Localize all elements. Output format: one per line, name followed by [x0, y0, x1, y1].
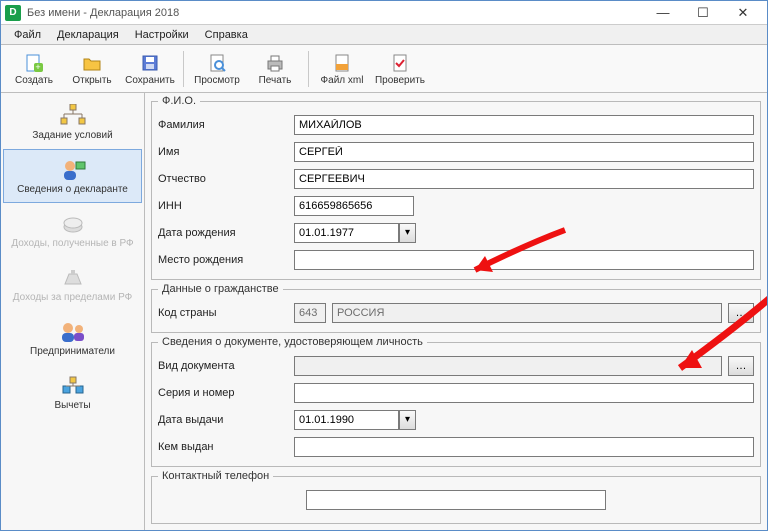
group-phone-legend: Контактный телефон: [158, 470, 273, 482]
input-patronymic[interactable]: [294, 169, 754, 189]
save-icon: [139, 52, 161, 74]
ellipsis-icon: …: [736, 307, 747, 319]
sidebar-item-deductions[interactable]: Вычеты: [3, 365, 142, 419]
input-issued-by[interactable]: [294, 437, 754, 457]
label-inn: ИНН: [158, 200, 288, 212]
menu-settings[interactable]: Настройки: [128, 27, 196, 43]
toolbar-open[interactable]: Открыть: [63, 47, 121, 91]
label-doc-type: Вид документа: [158, 360, 288, 372]
label-issue-date: Дата выдачи: [158, 414, 288, 426]
income-rf-icon: [59, 212, 87, 236]
input-surname[interactable]: [294, 115, 754, 135]
toolbar-save-label: Сохранить: [125, 75, 175, 86]
sidebar-declarant-label: Сведения о декларанте: [17, 184, 128, 195]
new-file-icon: +: [23, 52, 45, 74]
toolbar: + Создать Открыть Сохранить Просмотр Печ…: [1, 45, 767, 93]
sidebar-item-conditions[interactable]: Задание условий: [3, 95, 142, 149]
toolbar-create-label: Создать: [15, 75, 53, 86]
group-fio: Ф.И.О. Фамилия Имя Отчество ИНН Дата рож…: [151, 95, 761, 280]
input-series-number[interactable]: [294, 383, 754, 403]
input-issue-date[interactable]: [294, 410, 399, 430]
label-name: Имя: [158, 146, 288, 158]
toolbar-check[interactable]: Проверить: [371, 47, 429, 91]
check-icon: [389, 52, 411, 74]
minimize-button[interactable]: —: [643, 2, 683, 24]
entrepreneurs-icon: [59, 320, 87, 344]
sidebar-entrepreneurs-label: Предприниматели: [30, 346, 115, 357]
window-title: Без имени - Декларация 2018: [27, 7, 643, 19]
conditions-icon: [59, 104, 87, 128]
label-country-code: Код страны: [158, 307, 288, 319]
close-button[interactable]: ✕: [723, 2, 763, 24]
menu-bar: Файл Декларация Настройки Справка: [1, 25, 767, 45]
toolbar-print[interactable]: Печать: [246, 47, 304, 91]
group-phone: Контактный телефон: [151, 470, 761, 524]
app-icon: D: [5, 5, 21, 21]
income-abroad-icon: [59, 266, 87, 290]
sidebar-income-rf-label: Доходы, полученные в РФ: [11, 238, 133, 249]
doc-type-lookup-button[interactable]: …: [728, 356, 754, 376]
group-id-doc-legend: Сведения о документе, удостоверяющем лич…: [158, 336, 427, 348]
label-surname: Фамилия: [158, 119, 288, 131]
preview-icon: [206, 52, 228, 74]
input-name[interactable]: [294, 142, 754, 162]
label-birth-place: Место рождения: [158, 254, 288, 266]
label-birth-date: Дата рождения: [158, 227, 288, 239]
input-doc-type: [294, 356, 722, 376]
input-phone[interactable]: [306, 490, 606, 510]
toolbar-separator: [183, 51, 184, 87]
toolbar-file-xml[interactable]: Файл xml: [313, 47, 371, 91]
menu-file[interactable]: Файл: [7, 27, 48, 43]
sidebar-item-declarant[interactable]: Сведения о декларанте: [3, 149, 142, 203]
declarant-icon: [59, 158, 87, 182]
toolbar-open-label: Открыть: [72, 75, 111, 86]
toolbar-save[interactable]: Сохранить: [121, 47, 179, 91]
input-inn[interactable]: [294, 196, 414, 216]
toolbar-print-label: Печать: [259, 75, 292, 86]
sidebar-item-income-abroad[interactable]: Доходы за пределами РФ: [3, 257, 142, 311]
sidebar: Задание условий Сведения о декларанте До…: [1, 93, 145, 530]
maximize-button[interactable]: ☐: [683, 2, 723, 24]
label-series-number: Серия и номер: [158, 387, 288, 399]
ellipsis-icon: …: [736, 360, 747, 372]
country-lookup-button[interactable]: …: [728, 303, 754, 323]
toolbar-create[interactable]: + Создать: [5, 47, 63, 91]
deductions-icon: [59, 374, 87, 398]
birth-date-dropdown-button[interactable]: ▾: [399, 223, 416, 243]
open-folder-icon: [81, 52, 103, 74]
toolbar-preview[interactable]: Просмотр: [188, 47, 246, 91]
menu-help[interactable]: Справка: [198, 27, 255, 43]
sidebar-conditions-label: Задание условий: [32, 130, 112, 141]
toolbar-check-label: Проверить: [375, 75, 425, 86]
issue-date-dropdown-button[interactable]: ▾: [399, 410, 416, 430]
input-birth-date[interactable]: [294, 223, 399, 243]
menu-declaration[interactable]: Декларация: [50, 27, 126, 43]
input-country-code: [294, 303, 326, 323]
title-bar: D Без имени - Декларация 2018 — ☐ ✕: [1, 1, 767, 25]
xml-file-icon: [331, 52, 353, 74]
toolbar-file-xml-label: Файл xml: [321, 75, 364, 86]
toolbar-separator: [308, 51, 309, 87]
input-birth-place[interactable]: [294, 250, 754, 270]
sidebar-item-income-rf[interactable]: Доходы, полученные в РФ: [3, 203, 142, 257]
group-id-doc: Сведения о документе, удостоверяющем лич…: [151, 336, 761, 467]
group-citizenship: Данные о гражданстве Код страны …: [151, 283, 761, 333]
svg-text:+: +: [35, 62, 40, 72]
sidebar-income-abroad-label: Доходы за пределами РФ: [13, 292, 132, 303]
form-area: Ф.И.О. Фамилия Имя Отчество ИНН Дата рож…: [145, 93, 767, 530]
group-citizenship-legend: Данные о гражданстве: [158, 283, 283, 295]
print-icon: [264, 52, 286, 74]
sidebar-deductions-label: Вычеты: [54, 400, 90, 411]
input-country-name: [332, 303, 722, 323]
chevron-down-icon: ▾: [405, 414, 410, 425]
label-issued-by: Кем выдан: [158, 441, 288, 453]
toolbar-preview-label: Просмотр: [194, 75, 240, 86]
label-patronymic: Отчество: [158, 173, 288, 185]
sidebar-item-entrepreneurs[interactable]: Предприниматели: [3, 311, 142, 365]
chevron-down-icon: ▾: [405, 227, 410, 238]
work-area: Задание условий Сведения о декларанте До…: [1, 93, 767, 530]
group-fio-legend: Ф.И.О.: [158, 95, 200, 107]
